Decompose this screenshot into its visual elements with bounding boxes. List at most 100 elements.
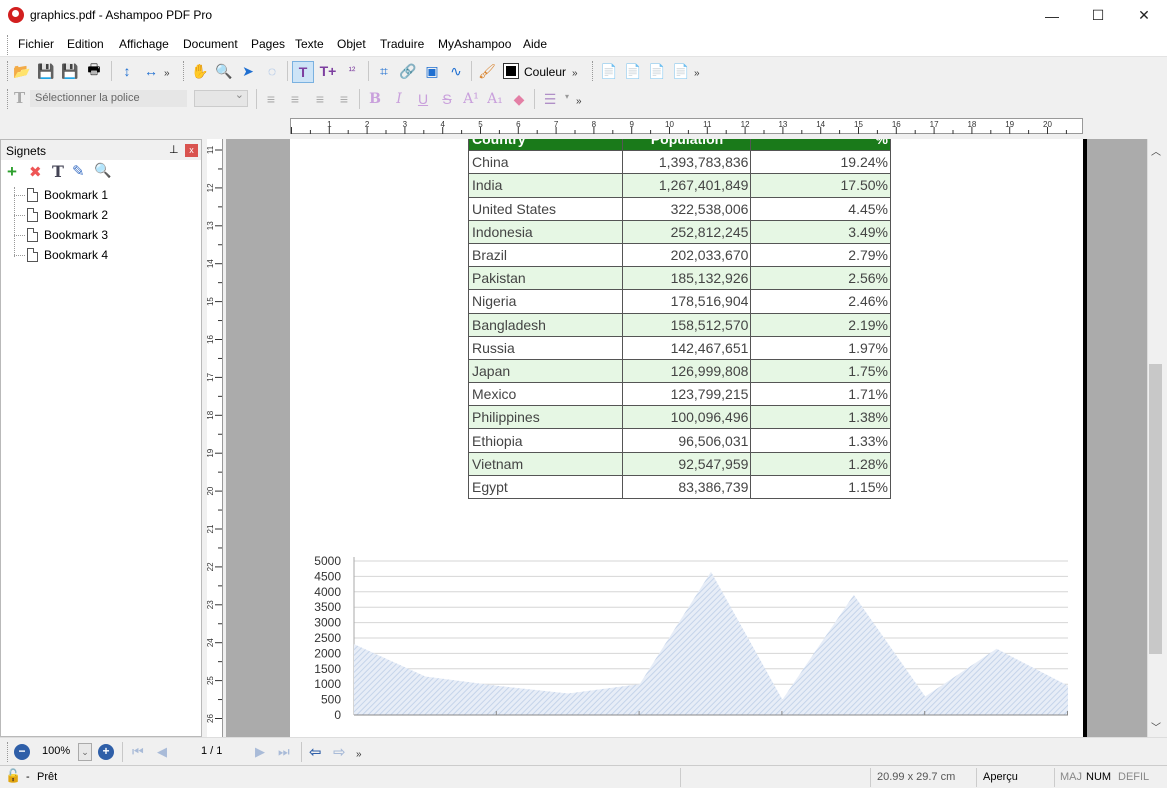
save-icon[interactable]: 💾 bbox=[37, 62, 55, 80]
table-header-cell: Country bbox=[468, 139, 623, 152]
text-numbering-icon[interactable]: ¹² bbox=[343, 62, 361, 80]
hand-tool-icon[interactable]: ✋ bbox=[191, 62, 209, 80]
country-cell: Bangladesh bbox=[468, 312, 623, 337]
minimize-button[interactable]: — bbox=[1029, 0, 1075, 31]
page-extract-icon[interactable]: 📄 bbox=[648, 62, 666, 80]
population-cell: 252,812,245 bbox=[621, 219, 752, 244]
menu-texte[interactable]: Texte bbox=[295, 37, 324, 51]
align-justify-icon[interactable]: ≡ bbox=[335, 90, 353, 108]
menu-myashampoo[interactable]: MyAshampoo bbox=[438, 37, 511, 51]
color-label[interactable]: Couleur bbox=[524, 65, 566, 79]
strikethrough-icon[interactable]: S bbox=[438, 90, 456, 108]
path-tool-icon[interactable]: ∿ bbox=[447, 62, 465, 80]
menu-aide[interactable]: Aide bbox=[523, 37, 547, 51]
delete-bookmark-icon[interactable]: ✖ bbox=[29, 163, 42, 181]
fit-height-icon[interactable]: ↕ bbox=[118, 62, 136, 80]
link-icon[interactable]: 🔗 bbox=[399, 62, 417, 80]
save-as-icon[interactable]: 💾 bbox=[61, 62, 79, 80]
eraser-icon[interactable]: ◆ bbox=[510, 90, 528, 108]
document-viewport[interactable]: Country Population% China 1,393,783,836 19.2… bbox=[226, 139, 1148, 737]
maximize-button[interactable]: ☐ bbox=[1075, 0, 1121, 31]
page-delete-icon[interactable]: 📄 bbox=[672, 62, 690, 80]
country-cell: Russia bbox=[468, 335, 623, 360]
toolbar-overflow-icon[interactable]: » bbox=[164, 68, 170, 79]
align-center-icon[interactable]: ≡ bbox=[286, 90, 304, 108]
zoom-icon[interactable]: 🔍 bbox=[215, 62, 233, 80]
text-tool-icon[interactable]: T bbox=[292, 61, 314, 83]
line-spacing-icon[interactable]: ☰ bbox=[541, 90, 559, 108]
menu-affichage[interactable]: Affichage bbox=[119, 37, 169, 51]
add-bookmark-icon[interactable]: + bbox=[7, 162, 17, 182]
toolbar-overflow-icon[interactable]: » bbox=[572, 68, 578, 79]
scroll-up-icon[interactable]: ︿ bbox=[1151, 143, 1161, 158]
italic-icon[interactable]: I bbox=[390, 90, 408, 108]
menu-traduire[interactable]: Traduire bbox=[380, 37, 424, 51]
back-icon[interactable]: ⇦ bbox=[309, 743, 322, 761]
country-cell: Pakistan bbox=[468, 266, 623, 291]
crop-icon[interactable]: ⌗ bbox=[375, 62, 393, 80]
close-button[interactable]: ✕ bbox=[1121, 0, 1167, 31]
highlighter-icon[interactable]: 🖌 bbox=[478, 62, 496, 80]
bookmark-properties-icon[interactable]: ✎ bbox=[72, 162, 85, 180]
rotate-icon[interactable]: ◌ bbox=[263, 62, 281, 80]
toolbar-separator bbox=[287, 61, 288, 81]
table-row: Vietnam 92,547,959 1.28% bbox=[468, 451, 891, 476]
forward-icon[interactable]: ⇨ bbox=[333, 743, 346, 761]
first-page-icon[interactable]: ⏮ bbox=[132, 744, 144, 760]
menu-edition[interactable]: Edition bbox=[67, 37, 104, 51]
bookmark-item[interactable]: Bookmark 2 bbox=[27, 206, 108, 224]
bookmark-item[interactable]: Bookmark 1 bbox=[27, 186, 108, 204]
bookmark-item[interactable]: Bookmark 4 bbox=[27, 246, 108, 264]
rename-bookmark-icon[interactable]: T bbox=[52, 162, 64, 181]
scroll-down-icon[interactable]: ﹀ bbox=[1151, 719, 1161, 734]
pin-icon[interactable]: ⊥ bbox=[169, 143, 179, 156]
zoom-out-icon[interactable]: − bbox=[14, 744, 30, 760]
page-add-icon[interactable]: 📄 bbox=[624, 62, 642, 80]
font-select[interactable]: Sélectionner la police bbox=[30, 90, 187, 107]
next-page-icon[interactable]: ▶ bbox=[255, 744, 265, 760]
app-logo-icon bbox=[8, 7, 24, 23]
underline-icon[interactable]: U bbox=[414, 90, 432, 108]
menu-objet[interactable]: Objet bbox=[337, 37, 366, 51]
population-cell: 178,516,904 bbox=[621, 289, 752, 314]
bookmark-item[interactable]: Bookmark 3 bbox=[27, 226, 108, 244]
zoom-in-icon[interactable]: + bbox=[98, 744, 114, 760]
zoom-level[interactable]: 100% bbox=[42, 745, 70, 757]
search-bookmark-icon[interactable]: 🔍 bbox=[94, 162, 111, 179]
menu-document[interactable]: Document bbox=[183, 37, 238, 51]
image-tool-icon[interactable]: ▣ bbox=[423, 62, 441, 80]
toolbar-grip bbox=[7, 61, 10, 81]
page-rotate-icon[interactable]: 📄 bbox=[600, 62, 618, 80]
toolbar-overflow-icon[interactable]: » bbox=[694, 68, 700, 79]
panel-close-button[interactable]: x bbox=[185, 144, 198, 157]
status-divider bbox=[870, 768, 871, 787]
percent-cell: 2.79% bbox=[750, 242, 891, 268]
subscript-icon[interactable]: A₁ bbox=[486, 90, 504, 108]
zoom-dropdown-icon[interactable]: ⌄ bbox=[78, 743, 92, 761]
open-folder-icon[interactable]: 📂 bbox=[13, 62, 31, 80]
line-spacing-dropdown-icon[interactable]: ▾ bbox=[565, 92, 569, 101]
fit-width-icon[interactable]: ↔ bbox=[142, 62, 160, 80]
superscript-icon[interactable]: A¹ bbox=[462, 90, 480, 108]
select-arrow-icon[interactable]: ➤ bbox=[239, 62, 257, 80]
previous-page-icon[interactable]: ◀ bbox=[157, 744, 167, 760]
toolbar-overflow-icon[interactable]: » bbox=[356, 749, 362, 760]
toolbar-grip bbox=[7, 89, 10, 109]
font-size-select[interactable] bbox=[194, 88, 248, 107]
print-icon[interactable]: 🖶 bbox=[85, 61, 103, 80]
last-page-icon[interactable]: ⏭ bbox=[278, 744, 290, 760]
ruler-tick-label: 18 bbox=[967, 120, 976, 129]
toolbar-overflow-icon[interactable]: » bbox=[576, 96, 582, 107]
bold-icon[interactable]: B bbox=[366, 90, 384, 108]
page-indicator[interactable]: 1 / 1 bbox=[201, 745, 222, 757]
scrollbar-thumb[interactable] bbox=[1149, 364, 1162, 654]
menu-fichier[interactable]: Fichier bbox=[18, 37, 54, 51]
pdf-page: Country Population% China 1,393,783,836 19.2… bbox=[290, 139, 1083, 737]
align-left-icon[interactable]: ≡ bbox=[262, 90, 280, 108]
color-swatch-icon[interactable] bbox=[503, 63, 519, 79]
add-text-icon[interactable]: T+ bbox=[319, 62, 337, 80]
ruler-tick-label: 13 bbox=[207, 221, 215, 230]
area-series bbox=[354, 571, 1068, 715]
align-right-icon[interactable]: ≡ bbox=[311, 90, 329, 108]
menu-pages[interactable]: Pages bbox=[251, 37, 285, 51]
